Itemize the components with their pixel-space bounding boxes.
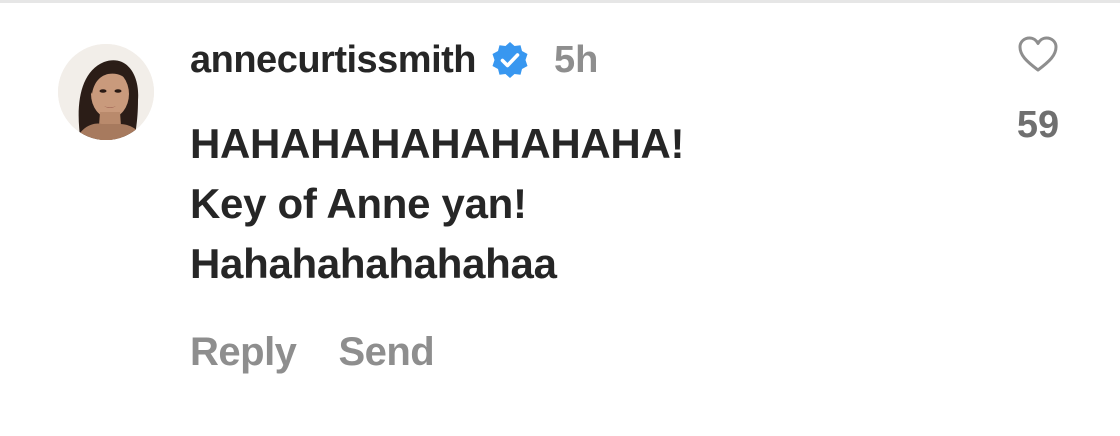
reply-button[interactable]: Reply bbox=[190, 330, 297, 375]
comment-text-line: Hahahahahahahaa bbox=[190, 240, 557, 287]
heart-icon[interactable] bbox=[1016, 34, 1060, 74]
comment-body: annecurtissmith 5h HAHAHAHAHAHAHAHA! Key… bbox=[190, 30, 970, 294]
avatar[interactable] bbox=[58, 44, 154, 140]
verified-badge-icon bbox=[490, 40, 530, 80]
send-button[interactable]: Send bbox=[338, 330, 434, 375]
comment-text-line: Key of Anne yan! bbox=[190, 180, 527, 227]
comment-text-line: HAHAHAHAHAHAHAHA! bbox=[190, 120, 685, 167]
comment-meta: annecurtissmith 5h bbox=[190, 30, 970, 90]
comment-text: HAHAHAHAHAHAHAHA! Key of Anne yan! Hahah… bbox=[190, 114, 970, 294]
comment-item: annecurtissmith 5h HAHAHAHAHAHAHAHA! Key… bbox=[0, 0, 1120, 436]
comment-actions: Reply Send bbox=[190, 330, 435, 375]
avatar-image bbox=[58, 44, 154, 140]
comment-timestamp[interactable]: 5h bbox=[554, 39, 598, 82]
like-count: 59 bbox=[1016, 104, 1060, 146]
like-section: 59 bbox=[1010, 34, 1066, 147]
username-link[interactable]: annecurtissmith bbox=[190, 39, 477, 82]
